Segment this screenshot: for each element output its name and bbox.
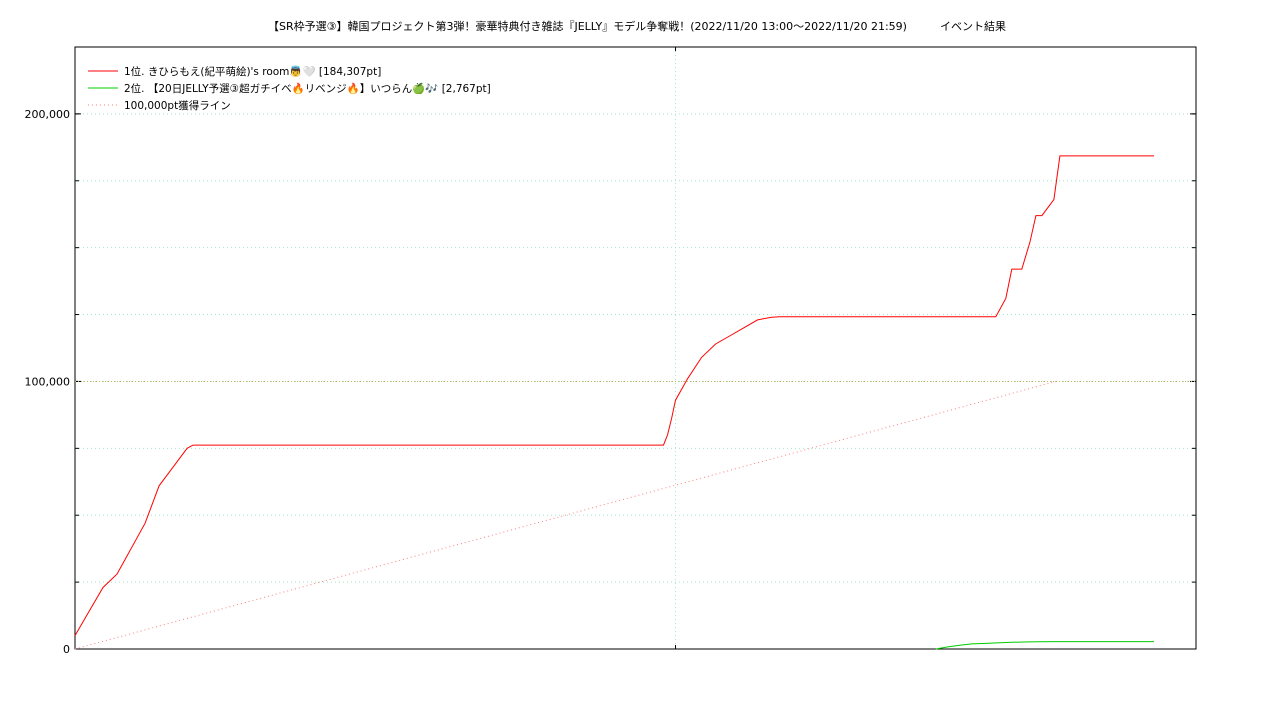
- x-axis: 11/21(月): [675, 47, 677, 649]
- grid-lines: [75, 47, 1196, 649]
- chart-title: 【SR枠予選③】韓国プロジェクト第3弾！豪華特典付き雑誌『JELLY』モデル争奪…: [268, 19, 1006, 33]
- series-layer: [74, 155, 1196, 650]
- legend-label-2: 2位. 【20日JELLY予選③超ガチイベ🔥リベンジ🔥】いつらん🍏🎶 [2,76…: [124, 82, 491, 95]
- series-line-2: [935, 641, 1154, 650]
- y-tick-label: 100,000: [25, 375, 71, 388]
- legend-label-3: 100,000pt獲得ライン: [124, 99, 231, 112]
- series-line-1: [74, 155, 1154, 636]
- legend: 1位. きひらもえ(紀平萌絵)'s room👼🤍 [184,307pt] 2位. …: [88, 65, 491, 112]
- legend-label-1: 1位. きひらもえ(紀平萌絵)'s room👼🤍 [184,307pt]: [124, 65, 381, 78]
- plot-frame: [74, 46, 1197, 650]
- y-tick-label: 0: [63, 643, 70, 656]
- chart: 【SR枠予選③】韓国プロジェクト第3弾！豪華特典付き雑誌『JELLY』モデル争奪…: [25, 19, 1197, 656]
- y-tick-label: 200,000: [25, 108, 71, 121]
- series-line-3: [74, 380, 1057, 650]
